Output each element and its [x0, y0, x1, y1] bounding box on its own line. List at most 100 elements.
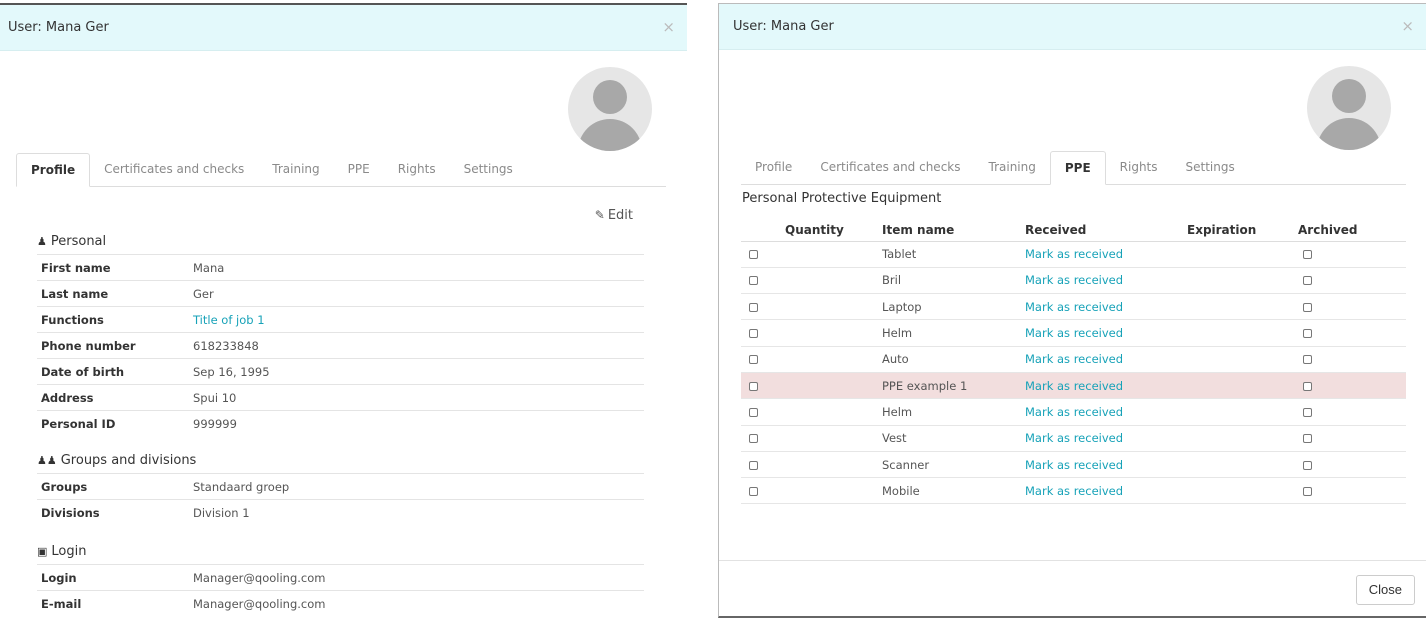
select-checkbox[interactable] [749, 407, 758, 417]
field-value: Manager@qooling.com [189, 564, 644, 591]
mark-as-received-link[interactable]: Mark as received [1025, 484, 1123, 498]
select-checkbox[interactable] [749, 355, 758, 365]
expiration-cell [1187, 346, 1298, 373]
mark-as-received-link[interactable]: Mark as received [1025, 300, 1123, 314]
tab-certificates-and-checks[interactable]: Certificates and checks [90, 153, 258, 186]
tab-training[interactable]: Training [975, 151, 1050, 184]
select-checkbox[interactable] [749, 381, 758, 391]
ppe-row: Mobile Mark as received [741, 477, 1406, 505]
mark-as-received-link[interactable]: Mark as received [1025, 352, 1123, 366]
select-checkbox[interactable] [749, 434, 758, 444]
archived-checkbox[interactable] [1303, 250, 1312, 260]
field-value: 999999 [189, 410, 644, 437]
close-icon[interactable]: × [1401, 17, 1414, 35]
quantity-cell [783, 477, 882, 505]
quantity-cell [783, 451, 882, 479]
avatar [568, 67, 652, 151]
select-checkbox[interactable] [749, 329, 758, 339]
tab-bar: Profile Certificates and checks Training PP… [741, 151, 1406, 185]
field-label: Phone number [37, 332, 189, 359]
column-header-received: Received [1025, 219, 1187, 242]
function-link[interactable]: Title of job 1 [189, 306, 644, 333]
tab-settings[interactable]: Settings [450, 153, 527, 186]
expiration-cell [1187, 398, 1298, 426]
tab-profile[interactable]: Profile [741, 151, 806, 184]
close-button[interactable]: Close [1355, 575, 1415, 605]
mark-as-received-link[interactable]: Mark as received [1025, 379, 1123, 393]
item-name-cell: Scanner [882, 451, 1025, 479]
expiration-cell [1187, 477, 1298, 505]
tab-settings[interactable]: Settings [1172, 151, 1249, 184]
archived-checkbox[interactable] [1303, 276, 1312, 286]
expiration-cell [1187, 425, 1298, 452]
select-checkbox[interactable] [749, 302, 758, 312]
groups-table: Groups Standaard groep Divisions Division 1 [37, 473, 644, 526]
users-icon: ♟♟ [37, 454, 57, 467]
archived-checkbox[interactable] [1303, 407, 1312, 417]
field-value: Manager@qooling.com [189, 590, 644, 617]
section-title-groups: ♟♟ Groups and divisions [37, 453, 197, 468]
field-label: Address [37, 384, 189, 411]
item-name-cell: PPE example 1 [882, 372, 1025, 400]
edit-button[interactable]: ✎ Edit [595, 208, 633, 223]
field-value: Mana [189, 254, 644, 281]
quantity-cell [783, 319, 882, 347]
item-name-cell: Tablet [882, 241, 1025, 268]
info-row-first-name: First name Mana [37, 254, 644, 281]
info-row-address: Address Spui 10 [37, 384, 644, 411]
info-row-date-of-birth: Date of birth Sep 16, 1995 [37, 358, 644, 385]
archived-checkbox[interactable] [1303, 460, 1312, 470]
archived-checkbox[interactable] [1303, 486, 1312, 496]
info-row-e-mail: E-mail Manager@qooling.com [37, 590, 644, 617]
tab-ppe[interactable]: PPE [334, 153, 384, 186]
select-checkbox[interactable] [749, 460, 758, 470]
archived-checkbox[interactable] [1303, 434, 1312, 444]
item-name-cell: Mobile [882, 477, 1025, 505]
quantity-cell [783, 293, 882, 321]
tab-profile[interactable]: Profile [16, 153, 91, 187]
modal-header: User: Mana Ger × [719, 4, 1426, 50]
field-label: Last name [37, 280, 189, 307]
field-label: Groups [37, 473, 189, 500]
item-name-cell: Helm [882, 398, 1025, 426]
mark-as-received-link[interactable]: Mark as received [1025, 326, 1123, 340]
archived-checkbox[interactable] [1303, 329, 1312, 339]
archived-checkbox[interactable] [1303, 302, 1312, 312]
close-icon[interactable]: × [662, 18, 675, 36]
avatar [1307, 66, 1391, 150]
tab-bar: Profile Certificates and checks Training PP… [16, 153, 666, 187]
mark-as-received-link[interactable]: Mark as received [1025, 405, 1123, 419]
column-header-archived: Archived [1298, 219, 1406, 242]
ppe-section-title: Personal Protective Equipment [742, 191, 942, 206]
column-header-expiration: Expiration [1187, 219, 1298, 242]
mark-as-received-link[interactable]: Mark as received [1025, 458, 1123, 472]
mark-as-received-link[interactable]: Mark as received [1025, 273, 1123, 287]
select-checkbox[interactable] [749, 486, 758, 496]
tab-ppe[interactable]: PPE [1049, 151, 1106, 185]
info-row-login: Login Manager@qooling.com [37, 564, 644, 591]
select-checkbox[interactable] [749, 276, 758, 286]
mark-as-received-link[interactable]: Mark as received [1025, 431, 1123, 445]
expiration-cell [1187, 241, 1298, 268]
select-checkbox[interactable] [749, 250, 758, 260]
personal-table: First name Mana Last name Ger Functions Title… [37, 254, 644, 437]
quantity-cell [783, 241, 882, 268]
field-label: Personal ID [37, 410, 189, 437]
archived-checkbox[interactable] [1303, 381, 1312, 391]
ppe-row: Vest Mark as received [741, 425, 1406, 452]
tab-rights[interactable]: Rights [1106, 151, 1172, 184]
mark-as-received-link[interactable]: Mark as received [1025, 247, 1123, 261]
archived-checkbox[interactable] [1303, 355, 1312, 365]
expiration-cell [1187, 319, 1298, 347]
user-modal-ppe: User: Mana Ger × Profile Certificates and… [718, 3, 1426, 618]
tab-training[interactable]: Training [258, 153, 333, 186]
quantity-cell [783, 372, 882, 400]
info-row-personal-id: Personal ID 999999 [37, 410, 644, 437]
groups-section: ♟♟ Groups and divisions Groups Standaard g… [37, 453, 644, 526]
tab-rights[interactable]: Rights [384, 153, 450, 186]
ppe-row: Auto Mark as received [741, 346, 1406, 373]
expiration-cell [1187, 451, 1298, 479]
tab-certificates-and-checks[interactable]: Certificates and checks [806, 151, 974, 184]
quantity-cell [783, 267, 882, 295]
item-name-cell: Laptop [882, 293, 1025, 321]
